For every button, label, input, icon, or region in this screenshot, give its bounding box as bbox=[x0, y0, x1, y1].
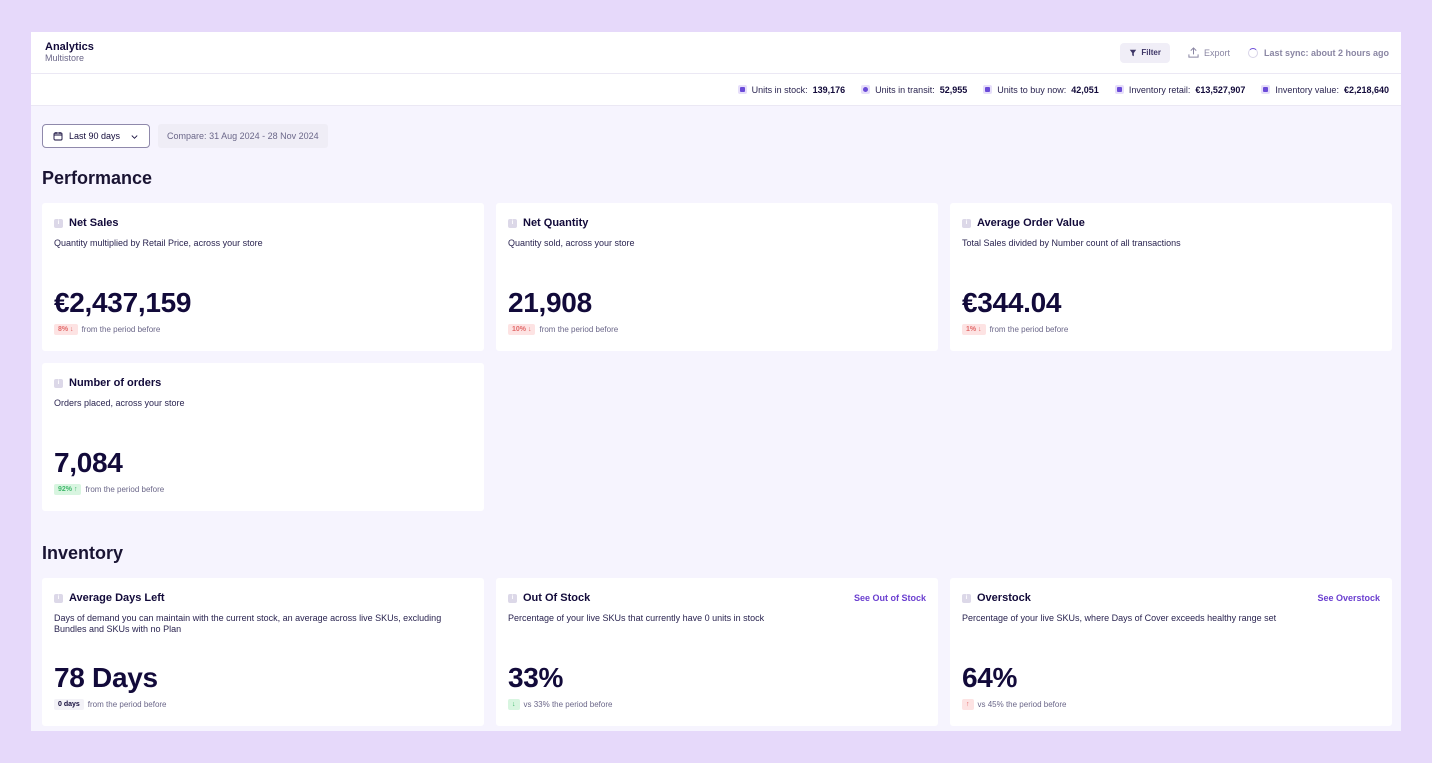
change-text: from the period before bbox=[87, 700, 167, 709]
filter-label: Filter bbox=[1141, 48, 1161, 57]
brand: Analytics Multistore bbox=[45, 41, 94, 64]
change-badge: 0 days bbox=[54, 699, 84, 710]
card-title: Average Days Left bbox=[69, 592, 165, 604]
stat-label: Units in stock: bbox=[751, 84, 808, 95]
card-average-order-value: i Average Order Value Total Sales divided… bbox=[950, 203, 1392, 351]
filter-icon bbox=[1130, 49, 1137, 56]
card-out-of-stock: i Out Of Stock See Out of Stock Percentag… bbox=[496, 578, 938, 726]
info-icon[interactable]: i bbox=[508, 218, 517, 228]
date-range-select[interactable]: Last 90 days bbox=[42, 124, 151, 148]
stat-value: €2,218,640 bbox=[1343, 84, 1389, 95]
stat-units-in-stock: Units in stock: 139,176 bbox=[737, 84, 846, 95]
export-label: Export bbox=[1203, 47, 1230, 58]
change-text: from the period before bbox=[539, 325, 619, 334]
card-description: Orders placed, across your store bbox=[54, 398, 185, 408]
info-icon[interactable]: i bbox=[54, 378, 63, 388]
calendar-icon bbox=[53, 132, 63, 141]
card-value: 64% bbox=[962, 662, 1018, 693]
info-icon[interactable]: i bbox=[962, 218, 971, 228]
card-description: Percentage of your live SKUs that curren… bbox=[508, 613, 765, 623]
info-icon[interactable]: i bbox=[508, 593, 517, 603]
card-title: Average Order Value bbox=[977, 217, 1085, 229]
card-title: Net Quantity bbox=[523, 217, 589, 229]
store-name: Multistore bbox=[45, 53, 85, 63]
list-icon bbox=[1114, 85, 1124, 94]
card-value: 78 Days bbox=[54, 662, 158, 693]
card-description: Percentage of your live SKUs, where Days… bbox=[962, 613, 1277, 623]
change-badge: 10% ↓ bbox=[508, 324, 536, 335]
inventory-stats: Units in stock: 139,176 Units in transit… bbox=[31, 74, 1401, 106]
see-overstock-link[interactable]: See Overstock bbox=[1317, 593, 1380, 603]
card-title: Net Sales bbox=[69, 217, 119, 229]
performance-grid-row-2: i Number of orders Orders placed, across … bbox=[42, 363, 1390, 511]
top-bar: Analytics Multistore Filter Export Last … bbox=[31, 32, 1401, 74]
change-text: vs 45% the period before bbox=[977, 700, 1067, 709]
stat-units-in-transit: Units in transit: 52,955 bbox=[861, 85, 967, 95]
change-text: vs 33% the period before bbox=[523, 700, 613, 709]
card-title: Out Of Stock bbox=[523, 592, 591, 604]
card-value: 21,908 bbox=[508, 287, 592, 318]
section-title-inventory: Inventory bbox=[42, 543, 124, 563]
stat-value: €13,527,907 bbox=[1195, 84, 1246, 95]
performance-grid: i Net Sales Quantity multiplied by Retail… bbox=[42, 203, 1392, 351]
inventory-grid: i Average Days Left Days of demand you ca… bbox=[42, 578, 1392, 726]
date-toolbar: Last 90 days Compare: 31 Aug 2024 - 28 N… bbox=[42, 124, 1390, 148]
cart-icon bbox=[983, 85, 993, 94]
sync-status: Last sync: about 2 hours ago bbox=[1247, 47, 1389, 58]
spinner-icon bbox=[1247, 47, 1258, 58]
change-text: from the period before bbox=[85, 485, 165, 494]
section-title-performance: Performance bbox=[42, 168, 153, 188]
card-value: €344.04 bbox=[962, 287, 1062, 318]
card-value: 33% bbox=[508, 662, 564, 693]
stat-label: Units in transit: bbox=[875, 84, 935, 95]
stat-value: 52,955 bbox=[939, 84, 968, 95]
info-icon[interactable]: i bbox=[962, 593, 971, 603]
export-icon bbox=[1188, 47, 1199, 58]
stat-inventory-retail: Inventory retail: €13,527,907 bbox=[1114, 84, 1246, 95]
stat-value: 42,051 bbox=[1071, 84, 1099, 95]
truck-icon bbox=[861, 85, 871, 94]
stat-label: Units to buy now: bbox=[997, 84, 1067, 95]
card-value: 7,084 bbox=[54, 447, 123, 478]
change-badge: 92% ↑ bbox=[54, 484, 82, 495]
stat-label: Inventory retail: bbox=[1128, 84, 1191, 95]
compare-period[interactable]: Compare: 31 Aug 2024 - 28 Nov 2024 bbox=[158, 124, 328, 148]
export-button[interactable]: Export bbox=[1180, 47, 1238, 58]
see-out-of-stock-link[interactable]: See Out of Stock bbox=[854, 593, 926, 603]
change-badge: ↓ bbox=[508, 699, 520, 710]
change-badge: 1% ↓ bbox=[962, 324, 986, 335]
info-icon[interactable]: i bbox=[54, 593, 63, 603]
card-description: Quantity sold, across your store bbox=[508, 238, 635, 248]
card-description: Quantity multiplied by Retail Price, acr… bbox=[54, 238, 263, 248]
sync-label: Last sync: about 2 hours ago bbox=[1263, 47, 1389, 58]
card-title: Number of orders bbox=[69, 377, 162, 389]
stat-inventory-value: Inventory value: €2,218,640 bbox=[1261, 85, 1389, 95]
card-number-of-orders: i Number of orders Orders placed, across … bbox=[42, 363, 484, 511]
card-average-days-left: i Average Days Left Days of demand you ca… bbox=[42, 578, 484, 726]
chevron-down-icon bbox=[131, 134, 138, 139]
card-net-sales: i Net Sales Quantity multiplied by Retail… bbox=[42, 203, 484, 351]
stat-value: 139,176 bbox=[812, 84, 846, 95]
card-net-quantity: i Net Quantity Quantity sold, across your… bbox=[496, 203, 938, 351]
card-overstock: i Overstock See Overstock Percentage of y… bbox=[950, 578, 1392, 726]
card-value: €2,437,159 bbox=[54, 287, 192, 318]
stat-label: Inventory value: bbox=[1275, 84, 1339, 95]
info-icon[interactable]: i bbox=[54, 218, 63, 228]
change-text: from the period before bbox=[81, 325, 161, 334]
date-range-label: Last 90 days bbox=[69, 131, 121, 141]
list-icon bbox=[1261, 85, 1271, 94]
stat-units-to-buy: Units to buy now: 42,051 bbox=[983, 85, 1099, 95]
page-title: Analytics bbox=[45, 41, 94, 53]
card-description: Total Sales divided by Number count of a… bbox=[962, 238, 1181, 248]
card-description: Days of demand you can maintain with the… bbox=[54, 613, 442, 634]
change-badge: ↑ bbox=[962, 699, 974, 710]
app-window: Analytics Multistore Filter Export Last … bbox=[31, 32, 1401, 731]
filter-button[interactable]: Filter bbox=[1120, 42, 1170, 63]
change-badge: 8% ↓ bbox=[54, 324, 78, 335]
change-text: from the period before bbox=[989, 325, 1069, 334]
main-content: Last 90 days Compare: 31 Aug 2024 - 28 N… bbox=[31, 106, 1401, 726]
top-actions: Filter Export Last sync: about 2 hours a… bbox=[1120, 42, 1389, 63]
card-title: Overstock bbox=[977, 592, 1031, 604]
box-icon bbox=[737, 85, 747, 94]
